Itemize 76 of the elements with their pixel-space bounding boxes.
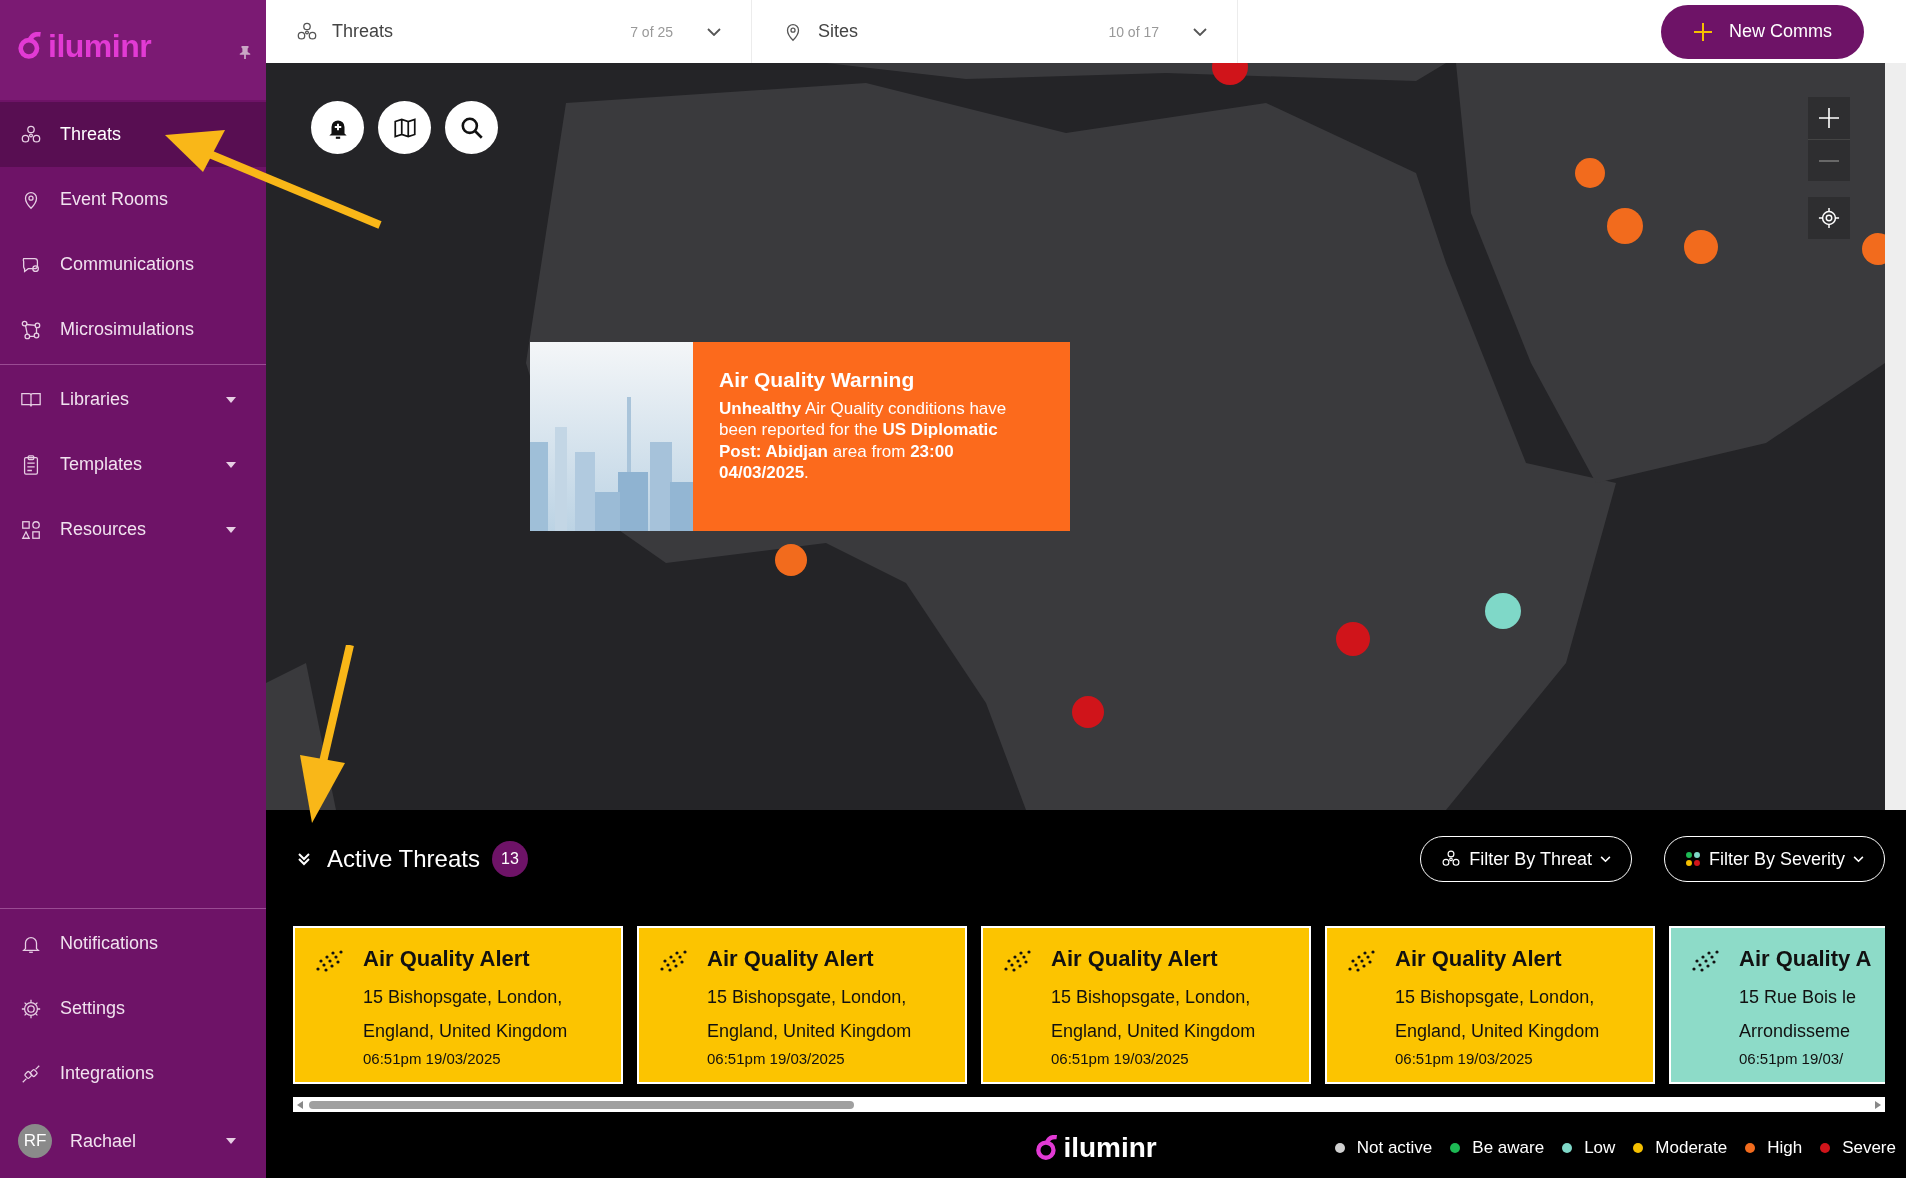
sidebar-item[interactable]: Templates: [0, 432, 266, 497]
card-time: 06:51pm 19/03/2025: [1051, 1050, 1190, 1067]
user-menu[interactable]: RF Rachael: [0, 1106, 266, 1176]
sidebar-item[interactable]: Notifications: [0, 911, 266, 976]
scrollbar[interactable]: [293, 1097, 1885, 1112]
threat-card[interactable]: Air Quality Alert 15 Bishopsgate, London, England, United Kingdom 06:51pm 19/03/2025: [637, 926, 967, 1084]
pin-icon[interactable]: [238, 44, 252, 60]
section-title: Active Threats: [327, 845, 480, 873]
sidebar-item[interactable]: Microsimulations: [0, 297, 266, 362]
logo-text: iluminr: [48, 27, 152, 65]
sidebar-item[interactable]: Integrations: [0, 1041, 266, 1106]
filter-button[interactable]: Filter By Severity: [1663, 836, 1885, 882]
severity-dots-icon: [1684, 851, 1701, 867]
legend-label: Moderate: [1655, 1138, 1728, 1158]
shapes-icon: [20, 518, 42, 541]
chevron-down-icon: [1853, 855, 1864, 863]
new-comms-button[interactable]: New Comms: [1661, 4, 1864, 59]
card-time: 06:51pm 19/03/2025: [707, 1050, 846, 1067]
chevron-down-icon: [1193, 27, 1207, 36]
threat-card[interactable]: Air Quality Alert 15 Bishopsgate, London, England, United Kingdom 06:51pm 19/03/2025: [981, 926, 1311, 1084]
hazard-icon: [1441, 849, 1462, 869]
card-title: Air Quality Alert: [1395, 946, 1563, 972]
logo-icon: [16, 32, 44, 60]
legend-label: Severe: [1842, 1138, 1896, 1158]
threat-card[interactable]: Air Quality Alert 15 Bishopsgate, London, England, United Kingdom 06:51pm 19/03/2025: [293, 926, 623, 1084]
sidebar-item[interactable]: Communications: [0, 232, 266, 297]
card-address: England, United Kingdom: [1395, 1020, 1600, 1043]
chevron-down-icon: [1599, 855, 1611, 863]
legend-label: Not active: [1356, 1138, 1433, 1158]
card-address: 15 Bishopsgate, London,: [707, 986, 908, 1009]
network-icon: [20, 318, 42, 341]
card-time: 06:51pm 19/03/2025: [363, 1050, 502, 1067]
card-address: England, United Kingdom: [707, 1020, 912, 1043]
settings-icon: [20, 997, 42, 1020]
sidebar-item[interactable]: Resources: [0, 497, 266, 562]
scrollbar[interactable]: [1885, 63, 1906, 810]
particles-icon: [1003, 950, 1031, 972]
hazard-icon: [296, 20, 318, 43]
scroll-right-icon: [1875, 1100, 1881, 1109]
sidebar-item[interactable]: Event Rooms: [0, 167, 266, 232]
particles-icon: [1347, 950, 1375, 972]
particles-icon: [315, 950, 343, 972]
scroll-left-icon: [297, 1100, 303, 1109]
count-badge: 13: [491, 841, 528, 877]
card-address: Arrondisseme: [1739, 1020, 1852, 1043]
card-time: 06:51pm 19/03/2025: [1395, 1050, 1534, 1067]
chevron-down-icon: [707, 27, 721, 36]
card-title: Air Quality Alert: [707, 946, 875, 972]
logo-text: iluminr: [1063, 1132, 1157, 1164]
collapse-icon[interactable]: [297, 852, 311, 866]
card-address: 15 Bishopsgate, London,: [1051, 986, 1252, 1009]
scroll-thumb[interactable]: [309, 1100, 854, 1109]
card-address: 15 Rue Bois le: [1739, 986, 1858, 1009]
card-title: Air Quality Alert: [363, 946, 531, 972]
threat-card[interactable]: Air Quality A 15 Rue Bois le Arrondisseme 06:51pm 19/03/: [1669, 926, 1885, 1084]
card-address: England, United Kingdom: [1051, 1020, 1256, 1043]
particles-icon: [659, 950, 687, 972]
legend-label: High: [1767, 1138, 1803, 1158]
legend-label: Be aware: [1472, 1138, 1545, 1158]
particles-icon: [1691, 950, 1719, 972]
card-title: Air Quality A: [1739, 946, 1872, 972]
avatar: RF: [18, 1124, 52, 1158]
card-time: 06:51pm 19/03/: [1739, 1050, 1845, 1067]
sidebar-item[interactable]: Settings: [0, 976, 266, 1041]
hazard-icon: [20, 123, 42, 146]
sidebar-item[interactable]: Threats: [0, 102, 266, 167]
card-title: Air Quality Alert: [1051, 946, 1219, 972]
sidebar-item[interactable]: Libraries: [0, 367, 266, 432]
caret-icon: [226, 1138, 236, 1144]
card-address: 15 Bishopsgate, London,: [1395, 986, 1596, 1009]
threat-card[interactable]: Air Quality Alert 15 Bishopsgate, London, England, United Kingdom 06:51pm 19/03/2025: [1325, 926, 1655, 1084]
filter-button[interactable]: Filter By Threat: [1420, 836, 1632, 882]
plus-icon: [1693, 21, 1713, 42]
card-address: 15 Bishopsgate, London,: [363, 986, 564, 1009]
legend-label: Low: [1584, 1138, 1616, 1158]
card-address: England, United Kingdom: [363, 1020, 568, 1043]
